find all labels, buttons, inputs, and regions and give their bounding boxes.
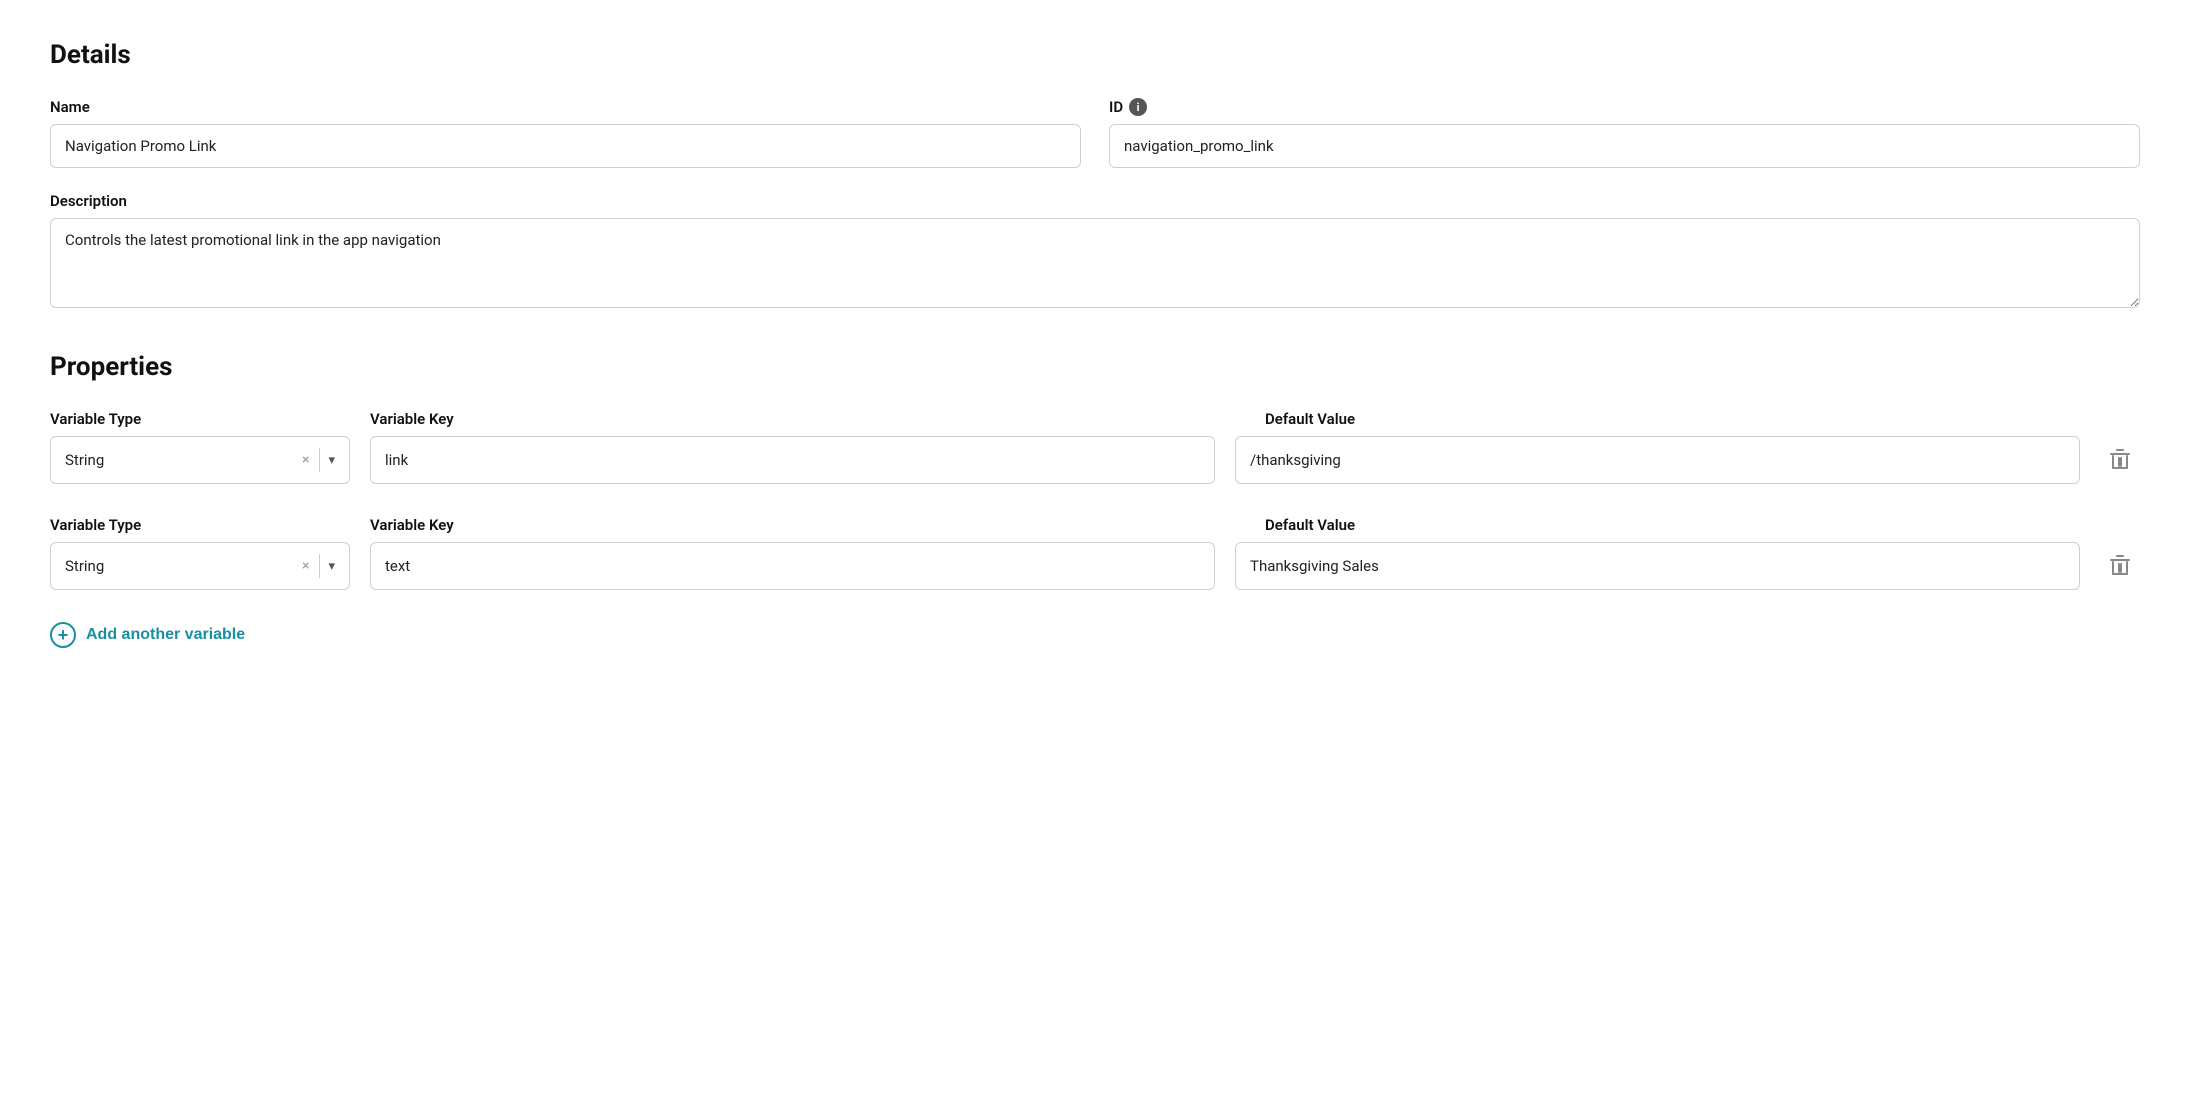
properties-title: Properties (50, 352, 2140, 382)
description-group: Description Controls the latest promotio… (50, 192, 2140, 312)
select-divider-2 (319, 554, 320, 578)
description-input[interactable]: Controls the latest promotional link in … (50, 218, 2140, 308)
var-key-group-1 (370, 436, 1215, 484)
name-input[interactable] (50, 124, 1081, 168)
properties-section: Properties Variable Type Variable Key De… (50, 352, 2140, 648)
var-type-select-1: String × ▾ (50, 436, 350, 484)
var-type-value-1: String (61, 451, 296, 469)
name-group: Name (50, 98, 1081, 168)
var-default-label-2: Default Value (1265, 516, 2140, 534)
id-label: ID i (1109, 98, 2140, 116)
id-group: ID i (1109, 98, 2140, 168)
delete-var-1[interactable] (2100, 440, 2140, 480)
delete-var-2[interactable] (2100, 546, 2140, 586)
var-type-clear-2[interactable]: × (296, 558, 315, 574)
var-key-label-1: Variable Key (370, 410, 1245, 428)
var-default-group-1 (1235, 436, 2080, 484)
var-type-clear-1[interactable]: × (296, 452, 315, 468)
var-default-group-2 (1235, 542, 2080, 590)
variable-labels-2: Variable Type Variable Key Default Value (50, 516, 2140, 534)
variable-row-1: Variable Type Variable Key Default Value… (50, 410, 2140, 484)
var-type-arrow-1[interactable]: ▾ (324, 453, 339, 468)
var-key-group-2 (370, 542, 1215, 590)
var-type-select-2: String × ▾ (50, 542, 350, 590)
select-divider-1 (319, 448, 320, 472)
name-label: Name (50, 98, 1081, 116)
var-default-input-2[interactable] (1235, 542, 2080, 590)
variable-labels-1: Variable Type Variable Key Default Value (50, 410, 2140, 428)
id-input[interactable] (1109, 124, 2140, 168)
var-type-label-1: Variable Type (50, 410, 350, 428)
var-default-label-1: Default Value (1265, 410, 2140, 428)
details-section: Details Name ID i Description Controls t… (50, 40, 2140, 312)
variable-fields-2: String × ▾ (50, 542, 2140, 590)
id-info-icon: i (1129, 98, 1147, 116)
var-type-label-2: Variable Type (50, 516, 350, 534)
var-key-label-2: Variable Key (370, 516, 1245, 534)
details-title: Details (50, 40, 2140, 70)
var-type-value-2: String (61, 557, 296, 575)
var-key-input-2[interactable] (370, 542, 1215, 590)
name-id-row: Name ID i (50, 98, 2140, 168)
description-label: Description (50, 192, 2140, 210)
variable-row-2: Variable Type Variable Key Default Value… (50, 516, 2140, 590)
var-key-input-1[interactable] (370, 436, 1215, 484)
add-variable-label: Add another variable (86, 626, 245, 644)
plus-circle-icon: + (50, 622, 76, 648)
var-default-input-1[interactable] (1235, 436, 2080, 484)
var-type-arrow-2[interactable]: ▾ (324, 559, 339, 574)
variable-fields-1: String × ▾ (50, 436, 2140, 484)
add-variable-button[interactable]: + Add another variable (50, 622, 245, 648)
